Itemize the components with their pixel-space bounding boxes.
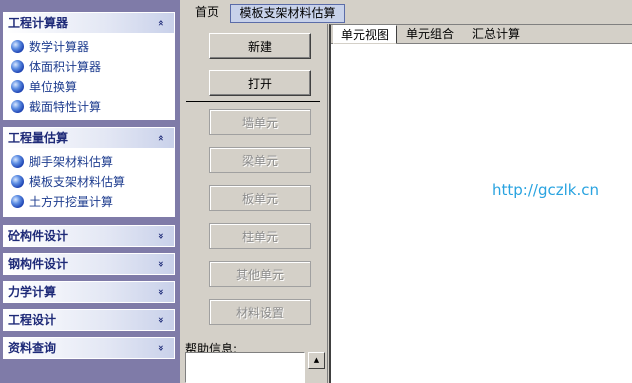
separator-line xyxy=(186,101,320,102)
panel-body-quantity-estimation: 脚手架材料估算 模板支架材料估算 土方开挖量计算 xyxy=(3,149,175,217)
panel-title: 砼构件设计 xyxy=(8,229,69,243)
chevron-double-down-icon[interactable]: » xyxy=(151,228,169,244)
blue-ball-icon xyxy=(11,155,24,168)
sidebar-item-volume-area-calculator[interactable]: 体面积计算器 xyxy=(4,57,174,77)
panel-title: 工程计算器 xyxy=(8,16,69,30)
column-unit-button[interactable]: 柱单元 xyxy=(209,223,311,249)
sidebar-item-section-properties[interactable]: 截面特性计算 xyxy=(4,97,174,117)
panel-header-engineering-design[interactable]: 工程设计 » xyxy=(3,309,175,331)
help-textarea[interactable] xyxy=(185,352,305,383)
panel-header-reference-lookup[interactable]: 资料查询 » xyxy=(3,337,175,359)
other-unit-button[interactable]: 其他单元 xyxy=(209,261,311,287)
sidebar-item-label: 数学计算器 xyxy=(29,40,90,54)
sub-tab-bar: 单元视图 单元组合 汇总计算 xyxy=(331,25,632,44)
tab-home[interactable]: 首页 xyxy=(186,4,228,23)
sidebar-item-label: 体面积计算器 xyxy=(29,60,102,74)
chevron-double-down-icon[interactable]: » xyxy=(151,340,169,356)
panel-title: 工程设计 xyxy=(8,313,57,327)
sidebar: 工程计算器 « 数学计算器 体面积计算器 单位换算 截面特性计算 工程量估算 «… xyxy=(0,0,180,383)
sidebar-item-unit-conversion[interactable]: 单位换算 xyxy=(4,77,174,97)
wall-unit-button[interactable]: 墙单元 xyxy=(209,109,311,135)
panel-title: 工程量估算 xyxy=(8,131,69,145)
blue-ball-icon xyxy=(11,175,24,188)
panel-title: 钢构件设计 xyxy=(8,257,69,271)
blue-ball-icon xyxy=(11,60,24,73)
panel-header-steel-design[interactable]: 钢构件设计 » xyxy=(3,253,175,275)
sidebar-item-label: 脚手架材料估算 xyxy=(29,155,114,169)
material-settings-button[interactable]: 材料设置 xyxy=(209,299,311,325)
sidebar-item-earthwork-calc[interactable]: 土方开挖量计算 xyxy=(4,192,174,212)
sidebar-item-scaffold-estimate[interactable]: 脚手架材料估算 xyxy=(4,152,174,172)
blue-ball-icon xyxy=(11,80,24,93)
top-tab-bar: 首页 模板支架材料估算 xyxy=(180,0,632,24)
panel-title: 资料查询 xyxy=(8,341,57,355)
slab-unit-button[interactable]: 板单元 xyxy=(209,185,311,211)
panel-header-engineering-calculator[interactable]: 工程计算器 « xyxy=(3,12,175,34)
panel-header-quantity-estimation[interactable]: 工程量估算 « xyxy=(3,127,175,149)
help-scrollbar[interactable]: ▲ xyxy=(308,352,325,383)
sidebar-item-label: 土方开挖量计算 xyxy=(29,195,114,209)
blue-ball-icon xyxy=(11,40,24,53)
tab-unit-view[interactable]: 单元视图 xyxy=(333,25,397,44)
scroll-up-arrow-icon[interactable]: ▲ xyxy=(308,352,325,369)
tab-summary-calculation[interactable]: 汇总计算 xyxy=(467,25,525,44)
blue-ball-icon xyxy=(11,195,24,208)
sidebar-item-math-calculator[interactable]: 数学计算器 xyxy=(4,37,174,57)
chevron-double-up-icon[interactable]: « xyxy=(151,130,169,146)
beam-unit-button[interactable]: 梁单元 xyxy=(209,147,311,173)
sidebar-item-label: 单位换算 xyxy=(29,80,78,94)
sidebar-item-formwork-estimate[interactable]: 模板支架材料估算 xyxy=(4,172,174,192)
sidebar-item-label: 截面特性计算 xyxy=(29,100,102,114)
chevron-double-down-icon[interactable]: » xyxy=(151,284,169,300)
command-panel: 新建 打开 墙单元 梁单元 板单元 柱单元 其他单元 材料设置 帮助信息: ▲ xyxy=(182,24,328,383)
panel-header-mechanics[interactable]: 力学计算 » xyxy=(3,281,175,303)
chevron-double-down-icon[interactable]: » xyxy=(151,312,169,328)
panel-body-engineering-calculator: 数学计算器 体面积计算器 单位换算 截面特性计算 xyxy=(3,34,175,120)
panel-title: 力学计算 xyxy=(8,285,57,299)
new-button[interactable]: 新建 xyxy=(209,33,311,59)
tab-formwork-estimate[interactable]: 模板支架材料估算 xyxy=(230,4,345,23)
chevron-double-up-icon[interactable]: « xyxy=(151,15,169,31)
chevron-double-down-icon[interactable]: » xyxy=(151,256,169,272)
panel-header-concrete-design[interactable]: 砼构件设计 » xyxy=(3,225,175,247)
tab-unit-combination[interactable]: 单元组合 xyxy=(401,25,459,44)
unit-view-panel: 单元视图 单元组合 汇总计算 http://gczlk.cn xyxy=(329,24,632,383)
blue-ball-icon xyxy=(11,100,24,113)
watermark-url: http://gczlk.cn xyxy=(492,181,599,199)
sidebar-item-label: 模板支架材料估算 xyxy=(29,175,126,189)
open-button[interactable]: 打开 xyxy=(209,70,311,96)
